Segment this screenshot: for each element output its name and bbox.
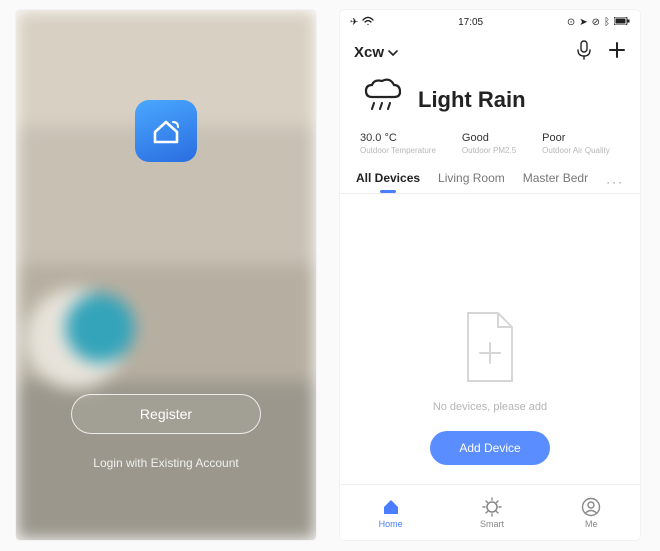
location-icon: ➤ [579,17,587,28]
tab-all-devices[interactable]: All Devices [356,171,420,193]
add-device-label: Add Device [459,441,520,455]
stat-temp: 30.0 °C Outdoor Temperature [360,132,436,155]
add-icon[interactable] [608,41,626,64]
home-icon [381,497,401,517]
home-name-label: Xcw [354,44,384,61]
nav-smart-label: Smart [480,519,504,529]
status-time: 17:05 [458,17,483,28]
tab-label: Master Bedr [523,171,588,185]
empty-text: No devices, please add [433,401,547,413]
stat-pm-value: Good [462,132,516,144]
bluetooth-icon: ᛒ [604,17,610,28]
nav-home-label: Home [379,519,403,529]
nav-smart[interactable]: Smart [480,497,504,529]
more-label: ··· [606,175,624,189]
airplane-icon: ✈ [350,17,358,28]
home-selector[interactable]: Xcw [354,44,398,61]
stat-aq: Poor Outdoor Air Quality [542,132,610,155]
profile-icon [581,497,601,517]
tab-label: All Devices [356,171,420,185]
home-screen: ✈ 17:05 ⊙ ➤ ⊘ ᛒ Xcw [340,10,640,540]
nav-home[interactable]: Home [379,497,403,529]
stat-aq-value: Poor [542,132,610,144]
stat-temp-label: Outdoor Temperature [360,146,436,155]
empty-file-icon [458,309,522,387]
lock-icon: ⊘ [592,17,600,28]
smart-icon [482,497,502,517]
nav-me[interactable]: Me [581,497,601,529]
status-bar: ✈ 17:05 ⊙ ➤ ⊘ ᛒ [340,10,640,30]
bottom-nav: Home Smart Me [340,484,640,540]
login-screen: Register Login with Existing Account [16,10,316,540]
stat-pm: Good Outdoor PM2.5 [462,132,516,155]
nav-me-label: Me [585,519,598,529]
login-link-label: Login with Existing Account [93,456,238,470]
register-button[interactable]: Register [71,394,261,434]
register-button-label: Register [140,406,192,422]
alarm-icon: ⊙ [567,17,575,28]
tab-master-bedroom[interactable]: Master Bedr [523,171,588,193]
login-existing-link[interactable]: Login with Existing Account [93,456,238,470]
app-logo-icon [135,100,197,162]
add-device-button[interactable]: Add Device [430,431,550,465]
house-icon [149,114,183,148]
stat-temp-value: 30.0 °C [360,132,436,144]
weather-condition: Light Rain [418,87,526,113]
weather-block: Light Rain [340,71,640,124]
tab-label: Living Room [438,171,505,185]
outdoor-stats: 30.0 °C Outdoor Temperature Good Outdoor… [340,124,640,165]
stat-pm-label: Outdoor PM2.5 [462,146,516,155]
voice-icon[interactable] [576,40,592,65]
stat-aq-label: Outdoor Air Quality [542,146,610,155]
chevron-down-icon [388,48,398,58]
tab-more[interactable]: ··· [606,175,624,189]
rain-cloud-icon [358,77,404,122]
home-header: Xcw [340,30,640,71]
wifi-icon [362,16,374,29]
tab-living-room[interactable]: Living Room [438,171,505,193]
battery-icon [614,17,630,28]
room-tabs: All Devices Living Room Master Bedr ··· [340,165,640,193]
